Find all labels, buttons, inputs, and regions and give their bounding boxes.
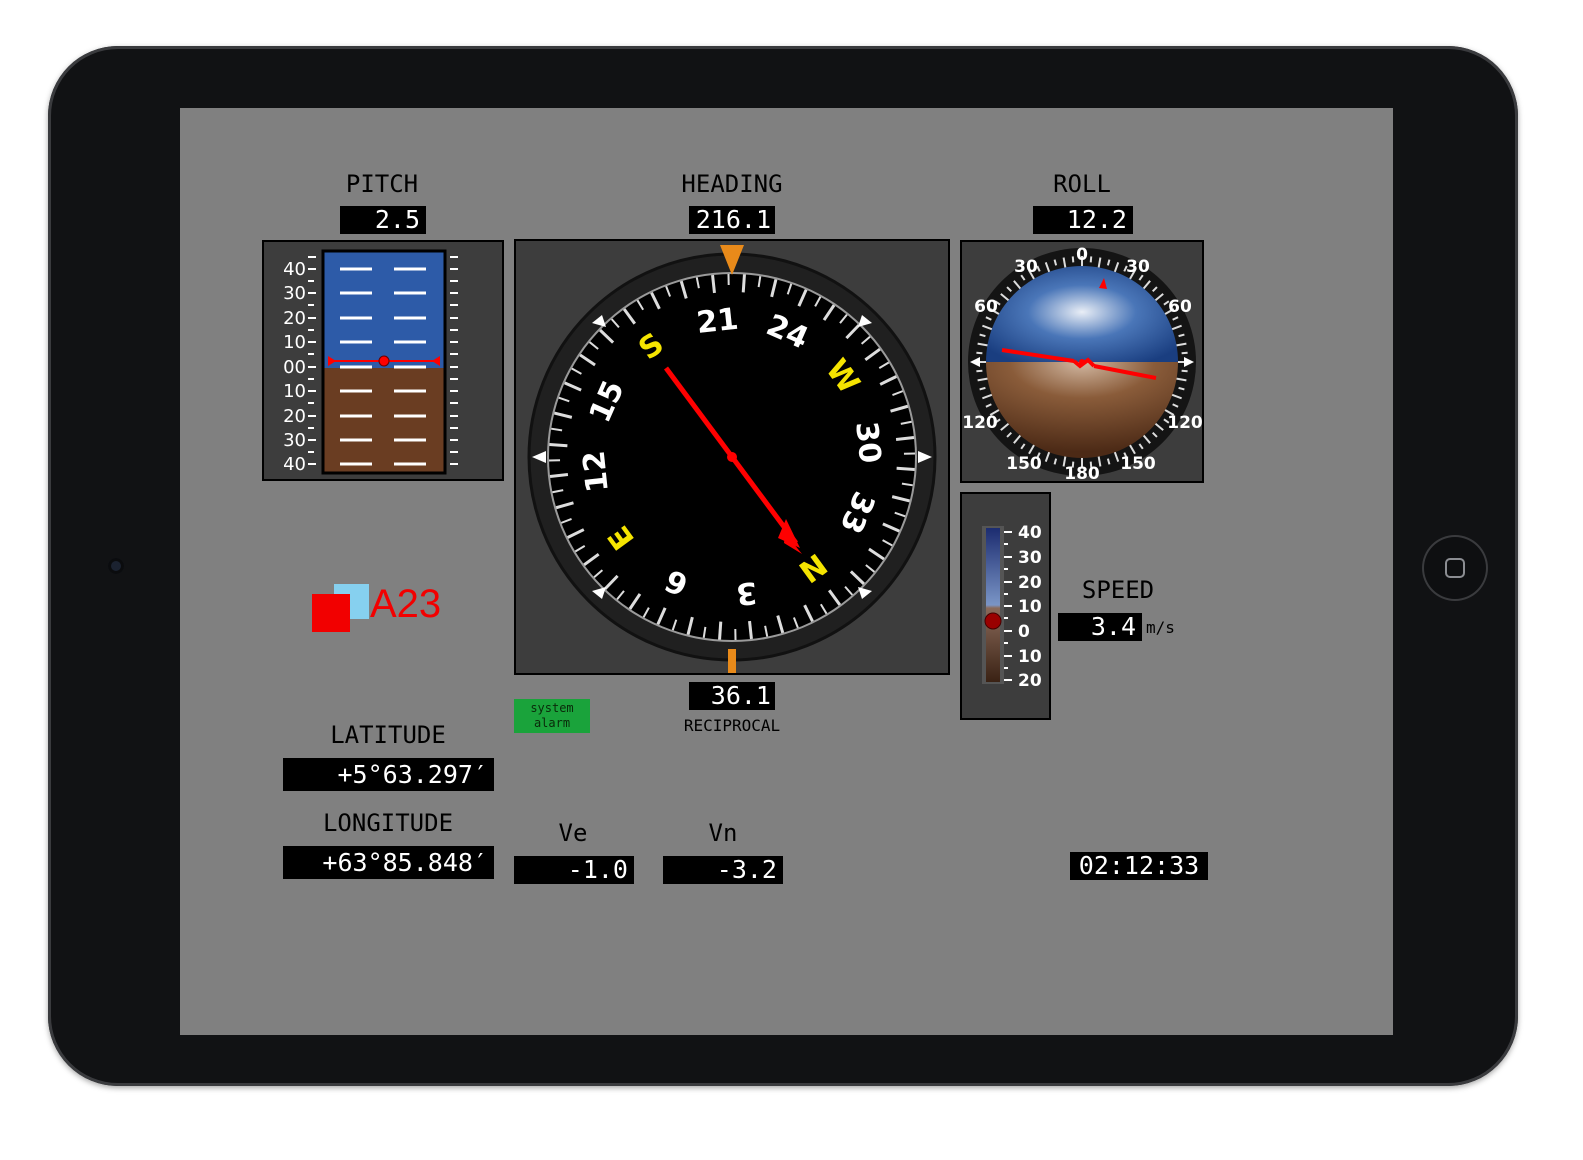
home-button[interactable] [1422,535,1488,601]
speed-scale-label: 10 [1018,597,1042,617]
roll-tick [976,351,983,355]
roll-dial-label: 120 [1167,413,1202,433]
roll-tick [976,369,983,373]
heading-label: HEADING [681,170,783,198]
roll-dial-label: 120 [962,413,998,433]
compass-tick [549,473,569,478]
compass-tick [549,443,568,448]
vn-value: -3.2 [663,856,783,884]
roll-dial-label: 150 [1120,454,1156,474]
heading-value: 216.1 [689,206,775,234]
pitch-ladder: 40 30 20 10 00 10 20 30 40 [283,249,458,475]
pitch-label: PITCH [345,170,419,198]
latitude-label: LATITUDE [330,721,446,749]
compass-dial-label: 21 [695,302,740,341]
speed-label: SPEED [1081,576,1155,604]
roll-label: ROLL [1053,170,1111,198]
system-alarm-indicator: system alarm [514,699,590,733]
speed-scale-label: 0 [1018,622,1030,642]
compass-rose: N36E1215S21 24W3033 [527,245,937,673]
roll-indicator: 0 30 60 120 150 180 150 120 60 30 [960,240,1204,484]
compass-tick [895,436,915,441]
roll-value: 12.2 [1033,206,1133,234]
speed-scale-label: 20 [1018,671,1042,691]
ve-value: -1.0 [514,856,634,884]
roll-dial-label: 180 [1064,464,1100,481]
speed-scale-label: 10 [1018,647,1042,667]
roll-dial-label: 60 [974,297,998,317]
pitch-scale-label: 10 [283,332,306,353]
compass-dial-label: 3 [734,574,758,611]
compass-tick [896,466,915,471]
clock-display: 02:12:33 [1070,852,1208,880]
pitch-scale-label: 40 [283,454,306,475]
alarm-line-2: alarm [533,716,571,730]
pitch-scale-label: 20 [283,406,306,427]
compass-dial-label: 12 [577,449,616,494]
compass-tick [711,274,716,294]
roll-tick [1071,256,1075,263]
longitude-value: +63°85.848′ [283,846,494,879]
latitude-value: +5°63.297′ [283,758,494,791]
compass-tick [718,621,723,640]
roll-dial-label: 0 [1076,245,1088,265]
pitch-scale-label: 30 [283,430,306,451]
alarm-line-1: system [530,701,574,715]
speed-value: 3.4 [1058,613,1142,641]
compass-tick [748,620,753,640]
vn-label: Vn [708,819,738,847]
roll-dial-label: 30 [1014,257,1038,277]
compass-tick [741,274,746,293]
ve-label: Ve [558,819,588,847]
roll-tick [1181,351,1188,355]
speed-scale-label: 40 [1018,523,1042,543]
roll-dial-label: 60 [1168,297,1192,317]
speed-thermometer: 40 30 20 10 0 10 20 [982,523,1042,691]
pitch-value: 2.5 [340,206,426,234]
pitch-scale-label: 20 [283,308,306,329]
compass-dial-label: 30 [848,420,887,465]
speed-gauge: 40 30 20 10 0 10 20 [960,492,1051,720]
home-icon [1445,558,1465,578]
a23-logo: A23 [312,582,462,632]
logo-text: A23 [370,582,442,626]
pitch-scale-label: 00 [283,357,306,378]
pitch-scale-label: 10 [283,381,306,402]
speed-scale-label: 30 [1018,548,1042,568]
roll-dial-label: 30 [1126,257,1150,277]
attitude-ball: 0 30 60 120 150 180 150 120 60 30 [962,245,1203,484]
longitude-label: LONGITUDE [322,809,454,837]
pitch-scale-label: 40 [283,259,306,280]
reciprocal-value: 36.1 [689,682,775,710]
front-camera [108,558,124,574]
roll-tick [1089,256,1093,263]
reciprocal-label: RECIPROCAL [683,716,781,735]
heading-indicator: N 3 6 E 12 15 S 21 24 W 30 33 [514,239,950,675]
speed-unit: m/s [1146,618,1175,637]
pitch-indicator: 40 30 20 10 00 10 20 30 40 [262,240,504,481]
speed-scale-label: 20 [1018,573,1042,593]
pitch-scale-label: 30 [283,283,306,304]
roll-tick [1181,369,1188,373]
roll-dial-label: 150 [1006,454,1042,474]
